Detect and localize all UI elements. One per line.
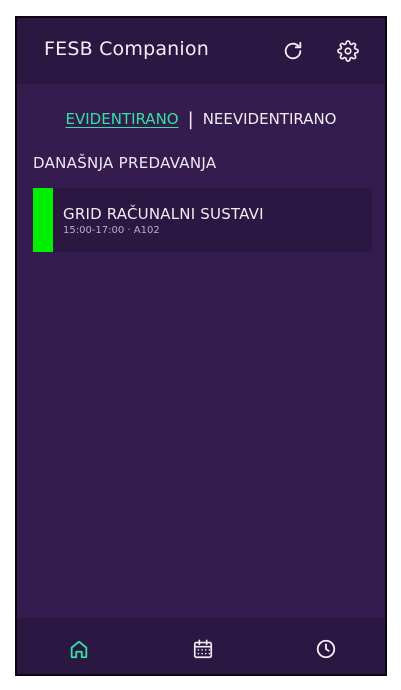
lecture-time-room: 15:00-17:00 · A102 (63, 225, 160, 236)
tab-evidentirano[interactable]: EVIDENTIRANO (66, 110, 179, 128)
nav-home-button[interactable] (67, 637, 91, 661)
gear-icon (337, 40, 359, 62)
lecture-color-bar (33, 188, 53, 252)
app-header: FESB Companion (17, 18, 385, 84)
lecture-name: GRID RAČUNALNI SUSTAVI (63, 205, 264, 223)
refresh-icon (284, 41, 302, 60)
lecture-card[interactable]: GRID RAČUNALNI SUSTAVI 15:00-17:00 · A10… (33, 188, 372, 252)
tab-neevidentirano[interactable]: NEEVIDENTIRANO (203, 110, 337, 128)
tab-separator: | (187, 108, 194, 130)
home-icon (70, 640, 88, 659)
clock-icon (316, 639, 336, 659)
app-title: FESB Companion (44, 38, 209, 60)
section-title: DANAŠNJA PREDAVANJA (33, 154, 217, 172)
nav-history-button[interactable] (314, 637, 338, 661)
bottom-navigation (17, 618, 385, 674)
attendance-tabs: EVIDENTIRANO | NEEVIDENTIRANO (17, 107, 385, 131)
calendar-icon (193, 639, 213, 659)
nav-calendar-button[interactable] (191, 637, 215, 661)
refresh-button[interactable] (280, 38, 306, 64)
settings-button[interactable] (335, 38, 361, 64)
app-screen: FESB Companion EVIDENTIRANO | NEEVIDENTI… (15, 16, 387, 676)
